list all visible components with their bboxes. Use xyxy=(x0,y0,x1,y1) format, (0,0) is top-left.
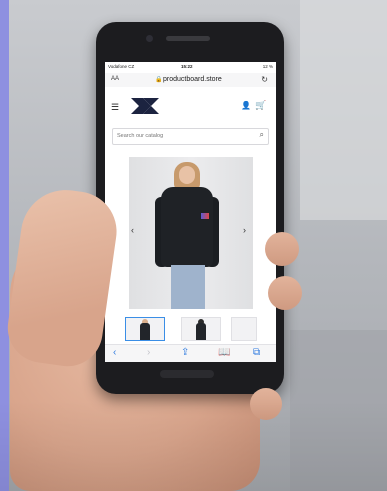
reload-icon[interactable]: ↻ xyxy=(261,75,268,84)
next-image-arrow-icon[interactable]: › xyxy=(243,225,246,235)
search-field[interactable]: ⌕ xyxy=(112,128,269,145)
bookmarks-icon[interactable]: 📖 xyxy=(218,347,230,358)
thumbnail-model-body xyxy=(140,323,150,340)
status-bar: Vodafone CZ 15:22 12 % xyxy=(105,64,276,72)
hand-finger xyxy=(268,276,302,310)
browser-address-bar[interactable]: AA 🔒 productboard.store ↻ xyxy=(105,73,276,87)
clock: 15:22 xyxy=(181,64,193,69)
product-gallery: ‹ › xyxy=(113,157,268,309)
thumbnail-front[interactable] xyxy=(125,317,165,341)
hamburger-menu-icon[interactable]: ☰ xyxy=(111,102,119,113)
search-icon[interactable]: ⌕ xyxy=(260,130,264,140)
lock-icon: 🔒 xyxy=(155,77,163,83)
url-text[interactable]: productboard.store xyxy=(163,76,222,83)
model-jeans xyxy=(171,265,205,309)
user-icon[interactable]: 👤 xyxy=(241,101,251,110)
thumbnail-model-body xyxy=(196,323,206,340)
cart-icon[interactable]: 🛒 xyxy=(255,100,266,111)
phone-speaker xyxy=(166,36,210,41)
hoodie-logo-badge xyxy=(201,213,209,219)
prev-image-arrow-icon[interactable]: ‹ xyxy=(131,225,134,235)
back-icon[interactable]: ‹ xyxy=(113,347,116,358)
black-hoodie xyxy=(161,187,213,267)
model-face xyxy=(179,166,195,184)
reader-aa-button[interactable]: AA xyxy=(111,76,119,82)
phone-camera xyxy=(146,35,153,42)
thumbnail-back[interactable] xyxy=(181,317,221,341)
search-input[interactable] xyxy=(117,131,242,141)
browser-toolbar: ‹ › ⇪ 📖 ⧉ xyxy=(105,344,276,362)
phone-home-bar xyxy=(160,370,214,378)
thumbnail-third[interactable] xyxy=(231,317,257,341)
phone-screen: Vodafone CZ 15:22 12 % AA 🔒 productboard… xyxy=(105,62,276,362)
background-blur xyxy=(300,0,387,220)
tabs-icon[interactable]: ⧉ xyxy=(253,347,260,358)
forward-icon[interactable]: › xyxy=(147,347,150,358)
productboard-logo-icon[interactable] xyxy=(129,96,161,116)
store-header: ☰ 👤 🛒 xyxy=(105,92,276,118)
battery-label: 12 % xyxy=(262,64,273,69)
hand-finger xyxy=(265,232,299,266)
carrier-label: Vodafone CZ xyxy=(108,64,135,69)
bottom-shade xyxy=(0,400,387,491)
share-icon[interactable]: ⇪ xyxy=(181,347,189,358)
thumbnail-strip xyxy=(125,317,265,341)
